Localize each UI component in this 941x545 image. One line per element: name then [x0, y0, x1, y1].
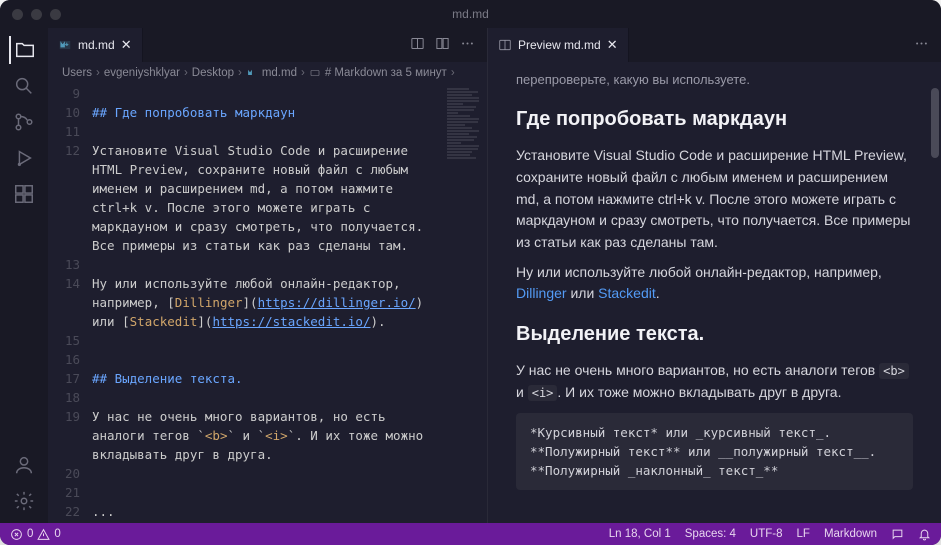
accounts-icon[interactable]: [10, 451, 38, 479]
open-preview-icon[interactable]: [410, 36, 425, 54]
preview-heading: Выделение текста.: [516, 319, 913, 350]
preview-code: <i>: [528, 385, 558, 401]
code-editor[interactable]: 9 10 11 12 13 14 15 16 17 18 19: [48, 84, 487, 523]
settings-gear-icon[interactable]: [10, 487, 38, 515]
feedback-icon[interactable]: [891, 528, 904, 541]
editor-tabs: md.md ✕: [48, 28, 487, 62]
code-line[interactable]: У нас не очень много вариантов, но есть …: [92, 407, 439, 464]
extensions-icon[interactable]: [10, 180, 38, 208]
editor-group: md.md ✕ Users› evgeniyshklyar› Desktop› …: [48, 28, 941, 523]
status-language-mode[interactable]: Markdown: [824, 528, 877, 540]
editor-pane: md.md ✕ Users› evgeniyshklyar› Desktop› …: [48, 28, 488, 523]
workbench-body: md.md ✕ Users› evgeniyshklyar› Desktop› …: [0, 28, 941, 523]
preview-paragraph: Установите Visual Studio Code и расширен…: [516, 145, 913, 253]
split-editor-icon[interactable]: [435, 36, 450, 54]
notifications-bell-icon[interactable]: [918, 528, 931, 541]
markdown-file-icon: [246, 67, 258, 79]
preview-heading: Где попробовать маркдаун: [516, 104, 913, 135]
preview-link-stackedit[interactable]: Stackedit: [598, 285, 656, 301]
status-cursor-position[interactable]: Ln 18, Col 1: [609, 528, 671, 540]
more-actions-icon[interactable]: [460, 36, 475, 54]
close-icon[interactable]: ✕: [607, 37, 618, 53]
preview-icon: [498, 38, 512, 52]
line-numbers: 9 10 11 12 13 14 15 16 17 18 19: [48, 84, 92, 523]
scrollbar-thumb[interactable]: [931, 88, 939, 158]
preview-text: перепроверьте, какую вы используете.: [516, 70, 913, 90]
preview-code-block: *Курсивный текст* или _курсивный текст_.…: [516, 413, 913, 490]
explorer-icon[interactable]: [9, 36, 37, 64]
more-actions-icon[interactable]: [914, 36, 929, 54]
run-debug-icon[interactable]: [10, 144, 38, 172]
breadcrumb[interactable]: Users› evgeniyshklyar› Desktop› md.md› #…: [48, 62, 487, 84]
tab-preview[interactable]: Preview md.md ✕: [488, 28, 629, 62]
editor-tab-actions: [410, 36, 481, 54]
code-line[interactable]: ...: [92, 502, 439, 521]
preview-pane: Preview md.md ✕ перепроверьте, какую вы …: [488, 28, 941, 523]
tab-label: md.md: [78, 38, 115, 52]
close-icon[interactable]: ✕: [121, 37, 132, 53]
breadcrumb-segment[interactable]: # Markdown за 5 минут: [325, 67, 447, 79]
minimize-window-icon[interactable]: [31, 9, 42, 20]
code-line[interactable]: Ну или используйте любой онлайн-редактор…: [92, 274, 439, 331]
code-lines[interactable]: ## Где попробовать маркдаун Установите V…: [92, 84, 443, 523]
code-line[interactable]: Установите Visual Studio Code и расширен…: [92, 141, 439, 255]
breadcrumb-segment[interactable]: evgeniyshklyar: [104, 67, 180, 79]
traffic-lights: [12, 9, 61, 20]
zoom-window-icon[interactable]: [50, 9, 61, 20]
window-title: md.md: [452, 7, 489, 21]
preview-link-dillinger[interactable]: Dillinger: [516, 285, 567, 301]
code-line[interactable]: *Курсивный текст* или _курсивный текст_.: [92, 521, 439, 523]
status-eol[interactable]: LF: [797, 528, 810, 540]
minimap[interactable]: [443, 84, 487, 523]
markdown-file-icon: [58, 38, 72, 52]
status-problems[interactable]: 0 0: [10, 528, 61, 541]
close-window-icon[interactable]: [12, 9, 23, 20]
status-bar: 0 0 Ln 18, Col 1 Spaces: 4 UTF-8 LF Mark…: [0, 523, 941, 545]
search-icon[interactable]: [10, 72, 38, 100]
status-encoding[interactable]: UTF-8: [750, 528, 783, 540]
code-line[interactable]: ## Выделение текста.: [92, 369, 439, 388]
preview-tabs: Preview md.md ✕: [488, 28, 941, 62]
source-control-icon[interactable]: [10, 108, 38, 136]
breadcrumb-segment[interactable]: Desktop: [192, 67, 234, 79]
symbol-string-icon: [309, 67, 321, 79]
markdown-preview[interactable]: перепроверьте, какую вы используете. Где…: [488, 62, 941, 523]
preview-code: <b>: [879, 363, 909, 379]
status-indentation[interactable]: Spaces: 4: [685, 528, 736, 540]
breadcrumb-segment[interactable]: md.md: [262, 67, 297, 79]
preview-paragraph: У нас не очень много вариантов, но есть …: [516, 360, 913, 403]
preview-paragraph: Ну или используйте любой онлайн-редактор…: [516, 262, 913, 305]
vscode-window: md.md md.md ✕: [0, 0, 941, 545]
tab-mdmd[interactable]: md.md ✕: [48, 28, 143, 62]
activity-bar: [0, 28, 48, 523]
code-line[interactable]: ## Где попробовать маркдаун: [92, 103, 439, 122]
breadcrumb-segment[interactable]: Users: [62, 67, 92, 79]
preview-tab-actions: [914, 36, 935, 54]
titlebar[interactable]: md.md: [0, 0, 941, 28]
tab-label: Preview md.md: [518, 38, 601, 52]
